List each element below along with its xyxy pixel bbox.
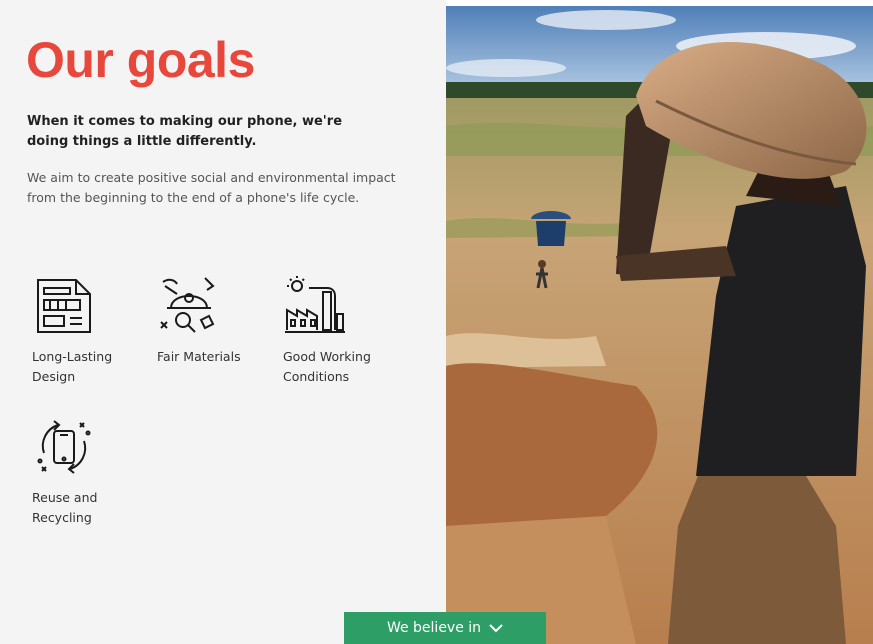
page-title: Our goals xyxy=(26,32,255,88)
design-blueprint-icon xyxy=(37,279,91,333)
goal-label: Fair Materials xyxy=(157,349,241,364)
phone-recycling-icon xyxy=(37,420,91,474)
intro-lead: When it comes to making our phone, we're… xyxy=(27,114,343,149)
hero-photo-illustration xyxy=(446,6,873,644)
intro-description: We aim to create positive social and env… xyxy=(27,170,396,205)
goal-item-fair-materials: Fair Materials xyxy=(157,274,277,367)
we-believe-in-button[interactable]: We believe in xyxy=(344,612,546,644)
goal-label: Long-Lasting Design xyxy=(32,349,113,384)
mining-helmet-icon xyxy=(160,277,215,333)
goal-label: Good Working Conditions xyxy=(283,349,371,384)
goal-item-good-working-conditions: Good Working Conditions xyxy=(283,274,403,387)
goal-item-long-lasting-design: Long-Lasting Design xyxy=(32,274,152,387)
goal-label: Reuse and Recycling xyxy=(32,490,98,525)
goal-item-reuse-and-recycling: Reuse and Recycling xyxy=(32,415,152,528)
factory-icon xyxy=(285,276,345,333)
goals-panel: Our goals When it comes to making our ph… xyxy=(0,0,446,644)
hero-photo-miner xyxy=(446,6,873,644)
chevron-down-icon xyxy=(489,624,503,633)
cta-label: We believe in xyxy=(386,620,482,636)
